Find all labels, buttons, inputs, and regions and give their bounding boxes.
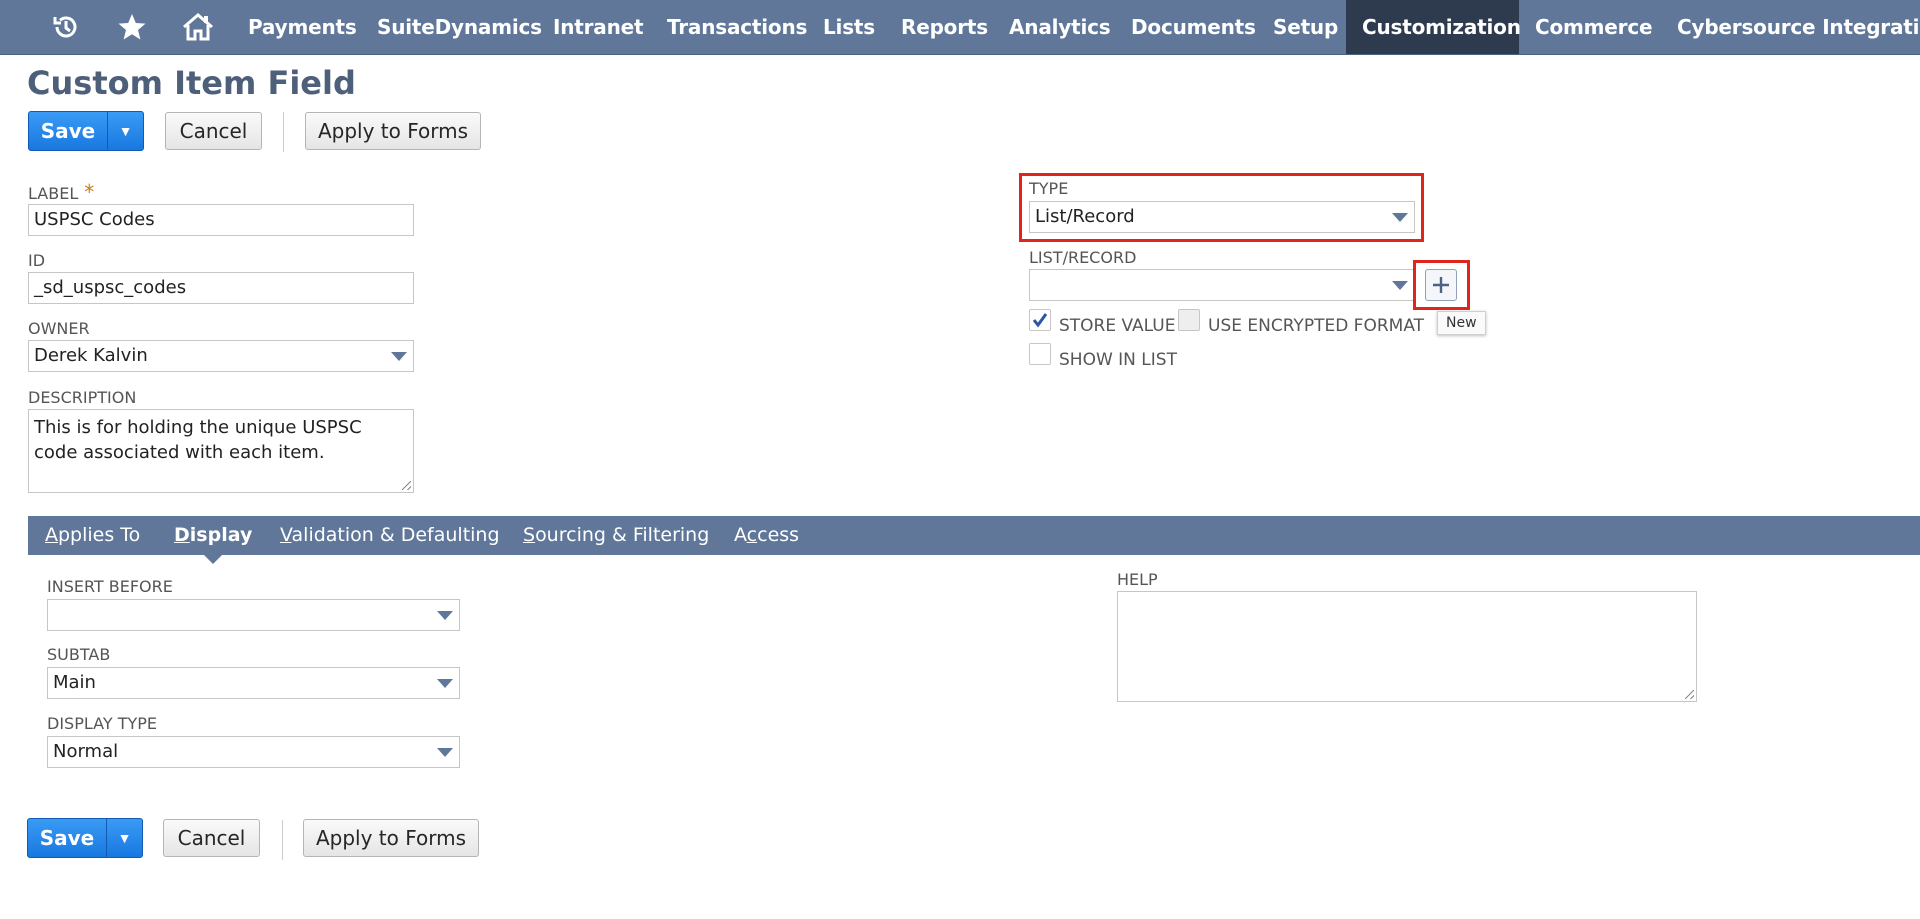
- resize-grip-icon[interactable]: [402, 481, 411, 490]
- subtab-display[interactable]: Display: [174, 516, 252, 555]
- show-in-list-checkbox[interactable]: [1029, 343, 1051, 365]
- nav-intranet[interactable]: Intranet: [553, 0, 644, 54]
- owner-select[interactable]: Derek Kalvin: [28, 340, 414, 372]
- toolbar-divider: [283, 112, 284, 152]
- page-title: Custom Item Field: [27, 64, 356, 102]
- home-icon[interactable]: [179, 0, 217, 54]
- label-field-label: LABEL *: [28, 180, 95, 204]
- nav-setup[interactable]: Setup: [1273, 0, 1338, 54]
- apply-to-forms-button[interactable]: Apply to Forms: [305, 112, 481, 150]
- id-input[interactable]: _sd_uspsc_codes: [28, 272, 414, 304]
- top-navigation-bar: Payments SuiteDynamics Intranet Transact…: [0, 0, 1920, 55]
- description-field-label: DESCRIPTION: [28, 388, 137, 407]
- subtab-bar: Applies To Display Validation & Defaulti…: [28, 516, 1920, 564]
- cancel-button[interactable]: Cancel: [165, 112, 262, 150]
- active-tab-pointer: [204, 555, 222, 564]
- nav-reports[interactable]: Reports: [901, 0, 988, 54]
- list-record-select[interactable]: [1029, 269, 1415, 301]
- plus-icon: [1433, 277, 1449, 293]
- store-value-checkbox[interactable]: [1029, 309, 1051, 331]
- type-select[interactable]: List/Record: [1029, 201, 1415, 233]
- checkmark-icon: [1032, 313, 1048, 328]
- recent-records-icon[interactable]: [48, 0, 84, 54]
- subtab-applies-to[interactable]: Applies To: [45, 516, 140, 555]
- subtab-sourcing-filtering[interactable]: Sourcing & Filtering: [523, 516, 709, 555]
- nav-documents[interactable]: Documents: [1131, 0, 1256, 54]
- dropdown-arrow-icon: [437, 748, 453, 757]
- resize-grip-icon[interactable]: [1685, 690, 1694, 699]
- display-type-field-label: DISPLAY TYPE: [47, 714, 157, 733]
- dropdown-arrow-icon: [1392, 213, 1408, 222]
- label-input[interactable]: USPSC Codes: [28, 204, 414, 236]
- nav-suitedynamics[interactable]: SuiteDynamics: [377, 0, 542, 54]
- type-value: List/Record: [1035, 206, 1135, 227]
- store-value-label: STORE VALUE: [1059, 316, 1176, 336]
- subtab-access[interactable]: Access: [734, 516, 799, 555]
- nav-cybersource-integration[interactable]: Cybersource Integration: [1677, 0, 1920, 54]
- nav-commerce[interactable]: Commerce: [1535, 0, 1653, 54]
- nav-payments[interactable]: Payments: [248, 0, 357, 54]
- use-encrypted-format-checkbox: [1178, 309, 1200, 331]
- type-field-label: TYPE: [1029, 179, 1069, 198]
- show-in-list-label: SHOW IN LIST: [1059, 350, 1177, 370]
- dropdown-arrow-icon: [437, 679, 453, 688]
- id-field-label: ID: [28, 251, 46, 270]
- dropdown-arrow-icon: [1392, 281, 1408, 290]
- dropdown-arrow-icon: [437, 611, 453, 620]
- subtab-field-label: SUBTAB: [47, 645, 111, 664]
- help-textarea[interactable]: [1117, 591, 1697, 702]
- display-type-select[interactable]: Normal: [47, 736, 460, 768]
- dropdown-arrow-icon: [391, 352, 407, 361]
- new-list-record-button[interactable]: [1425, 269, 1457, 301]
- caret-down-icon: ▼: [117, 830, 132, 846]
- subtab-value: Main: [53, 672, 96, 693]
- save-button-group: Save ▼: [28, 111, 144, 151]
- nav-lists[interactable]: Lists: [823, 0, 875, 54]
- owner-value: Derek Kalvin: [34, 345, 148, 366]
- new-tooltip: New: [1437, 311, 1486, 335]
- description-value: This is for holding the unique USPSC cod…: [34, 417, 362, 463]
- subtab-select[interactable]: Main: [47, 667, 460, 699]
- owner-field-label: OWNER: [28, 319, 90, 338]
- favorites-star-icon[interactable]: [114, 0, 150, 54]
- nav-analytics[interactable]: Analytics: [1009, 0, 1111, 54]
- help-field-label: HELP: [1117, 570, 1158, 589]
- description-textarea[interactable]: This is for holding the unique USPSC cod…: [28, 409, 414, 493]
- bottom-cancel-button[interactable]: Cancel: [163, 819, 260, 857]
- caret-down-icon: ▼: [118, 123, 133, 139]
- save-dropdown-button[interactable]: ▼: [107, 112, 143, 150]
- bottom-save-dropdown-button[interactable]: ▼: [106, 819, 142, 857]
- subtab-validation-defaulting[interactable]: Validation & Defaulting: [280, 516, 500, 555]
- nav-transactions[interactable]: Transactions: [667, 0, 807, 54]
- nav-customization[interactable]: Customization: [1346, 0, 1521, 54]
- list-record-field-label: LIST/RECORD: [1029, 248, 1137, 267]
- bottom-save-button[interactable]: Save: [28, 819, 106, 857]
- bottom-apply-to-forms-button[interactable]: Apply to Forms: [303, 819, 479, 857]
- display-type-value: Normal: [53, 741, 119, 762]
- required-mark: *: [84, 180, 95, 204]
- bottom-save-button-group: Save ▼: [27, 818, 143, 858]
- insert-before-select[interactable]: [47, 599, 460, 631]
- use-encrypted-format-label: USE ENCRYPTED FORMAT: [1208, 316, 1425, 336]
- bottom-toolbar-divider: [282, 820, 283, 860]
- save-button[interactable]: Save: [29, 112, 107, 150]
- insert-before-field-label: INSERT BEFORE: [47, 577, 173, 596]
